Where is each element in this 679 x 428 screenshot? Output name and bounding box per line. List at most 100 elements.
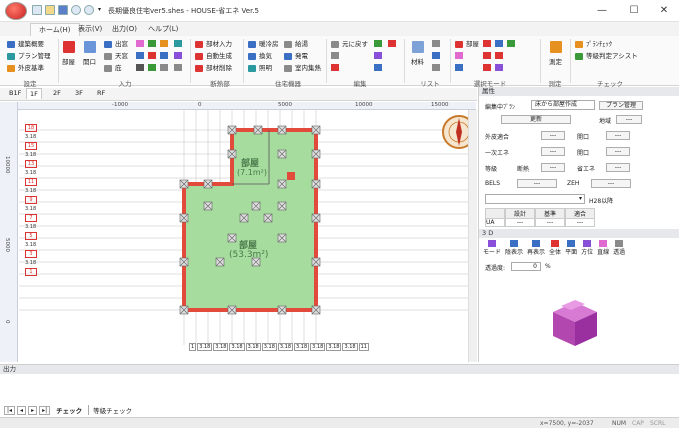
select-beam-icon[interactable] (495, 52, 503, 59)
plan-manage-button[interactable]: プラン管理 (599, 101, 643, 110)
move-icon[interactable] (374, 64, 382, 71)
col-label[interactable]: 3.18 (326, 343, 342, 351)
power-generation-button[interactable]: 発電 (284, 52, 308, 61)
eave-button[interactable]: 庇 (104, 64, 122, 73)
col-label[interactable]: 3.18 (213, 343, 229, 351)
tab-nav-next-icon[interactable]: ▸ (28, 405, 38, 415)
row-label[interactable]: 11 (25, 178, 37, 186)
row-label[interactable]: 15 (25, 142, 37, 150)
tab-nav-last-icon[interactable]: ▸| (39, 405, 51, 415)
output-tab-check[interactable]: チェック (52, 405, 86, 415)
customize-quickaccess-icon[interactable]: ▾ (98, 6, 101, 13)
fit-all-tool[interactable]: 全体 (549, 240, 561, 256)
diamond-icon[interactable] (388, 40, 396, 47)
envelope-criteria-button[interactable]: 外皮基準 (7, 64, 44, 73)
opening-button-label[interactable]: 開口 (83, 56, 96, 66)
chart-icon[interactable] (160, 40, 168, 47)
opening-icon[interactable] (84, 41, 96, 53)
undo-icon[interactable] (71, 5, 81, 15)
floor-tab-1f[interactable]: 1F (26, 88, 42, 99)
floor-tab-b1f[interactable]: B1F (6, 88, 24, 99)
transparency-input[interactable]: 0 (511, 262, 541, 271)
pattern-icon[interactable] (174, 64, 182, 71)
select-eave-icon[interactable] (483, 64, 491, 71)
table-icon[interactable] (432, 52, 440, 59)
measure-button-label[interactable]: 測定 (549, 56, 562, 66)
canvas-vertical-scrollbar[interactable] (468, 110, 477, 362)
col-label[interactable]: 3.18 (277, 343, 294, 351)
new-file-icon[interactable] (32, 5, 42, 15)
standard-select[interactable]: ▾ (485, 194, 585, 204)
ruler-icon[interactable] (174, 40, 182, 47)
erase-icon[interactable] (331, 64, 339, 71)
hidden-line-tool[interactable]: 陰表示 (505, 240, 523, 256)
materials-icon[interactable] (412, 41, 424, 53)
redo-icon[interactable] (84, 5, 94, 15)
minimize-button[interactable]: — (587, 3, 617, 19)
save-icon[interactable] (58, 5, 68, 15)
grid-list-icon[interactable] (432, 64, 440, 71)
close-button[interactable]: ✕ (649, 3, 679, 19)
skylight-button[interactable]: 天窓 (104, 52, 128, 61)
row-label[interactable]: 1 (25, 268, 37, 276)
line-green-icon[interactable] (148, 40, 156, 47)
tab-nav-prev-icon[interactable]: ◂ (17, 405, 27, 415)
list-icon[interactable] (432, 40, 440, 47)
panel-icon[interactable] (160, 52, 168, 59)
plan-view-tool[interactable]: 平面 (565, 240, 577, 256)
update-button[interactable]: 更新 (501, 115, 571, 124)
select-all-icon[interactable] (495, 64, 503, 71)
mode-tool[interactable]: モード (483, 240, 501, 256)
roof-icon[interactable] (160, 64, 168, 71)
col-label[interactable]: 3.18 (294, 343, 310, 351)
plan-manage-button[interactable]: プラン管理 (7, 52, 51, 61)
select-column-icon[interactable] (483, 52, 491, 59)
excel-icon[interactable] (374, 40, 382, 47)
open-folder-icon[interactable] (45, 5, 55, 15)
room-button-label[interactable]: 部屋 (62, 56, 75, 66)
measure-icon[interactable] (174, 52, 182, 59)
indoor-heat-button[interactable]: 室内集熱 (284, 64, 321, 73)
output-tab-grade-check[interactable]: 等級チェック (88, 405, 136, 415)
transparent-tool[interactable]: 透過 (613, 240, 625, 256)
column-icon[interactable] (148, 52, 156, 59)
col-label[interactable]: 3.18 (261, 343, 277, 351)
room-icon[interactable] (63, 41, 75, 53)
select-floor-icon[interactable] (507, 40, 515, 47)
select-opening-icon[interactable] (495, 40, 503, 47)
row-label[interactable]: 13 (25, 160, 37, 168)
floor-tab-rf[interactable]: RF (94, 88, 108, 99)
hot-water-button[interactable]: 給湯 (284, 40, 308, 49)
3d-model-view[interactable] (545, 292, 605, 352)
row-label[interactable]: 5 (25, 232, 37, 240)
plan-check-button[interactable]: ﾌﾟﾗﾝﾁｪｯｸ (575, 40, 612, 49)
select-room-button[interactable]: 部屋 (455, 40, 479, 49)
row-label[interactable]: 3 (25, 250, 37, 258)
bay-window-button[interactable]: 出窓 (104, 40, 128, 49)
col-label[interactable]: 3.18 (245, 343, 261, 351)
col-label[interactable]: 3.18 (229, 343, 245, 351)
materials-button-label[interactable]: 材料 (411, 56, 424, 66)
line-tool[interactable]: 直線 (597, 240, 609, 256)
tab-nav-first-icon[interactable]: |◂ (4, 405, 16, 415)
floor-icon[interactable] (136, 64, 144, 71)
floor-tab-3f[interactable]: 3F (72, 88, 86, 99)
auto-generate-button[interactable]: 自動生成 (195, 52, 232, 61)
col-label[interactable]: 3.18 (342, 343, 358, 351)
select-wall-icon[interactable] (483, 40, 491, 47)
member-delete-button[interactable]: 部材削除 (195, 64, 232, 73)
undo-button[interactable]: 元に戻す (331, 40, 368, 49)
row-label[interactable]: 7 (25, 214, 37, 222)
orientation-tool[interactable]: 方位 (581, 240, 593, 256)
plan-select[interactable]: 床から部屋作成 (531, 100, 595, 110)
select-roof-icon[interactable] (455, 52, 463, 59)
heating-cooling-button[interactable]: 暖冷房 (248, 40, 279, 49)
grade-assist-button[interactable]: 等級判定アシスト (575, 52, 638, 61)
lighting-button[interactable]: 照明 (248, 64, 272, 73)
ventilation-button[interactable]: 換気 (248, 52, 272, 61)
select-stair-icon[interactable] (455, 64, 463, 71)
tab-output[interactable]: 出力(O) (104, 23, 145, 36)
row-label[interactable]: 9 (25, 196, 37, 204)
floor-tab-2f[interactable]: 2F (50, 88, 64, 99)
row-label[interactable]: 18 (25, 124, 37, 132)
